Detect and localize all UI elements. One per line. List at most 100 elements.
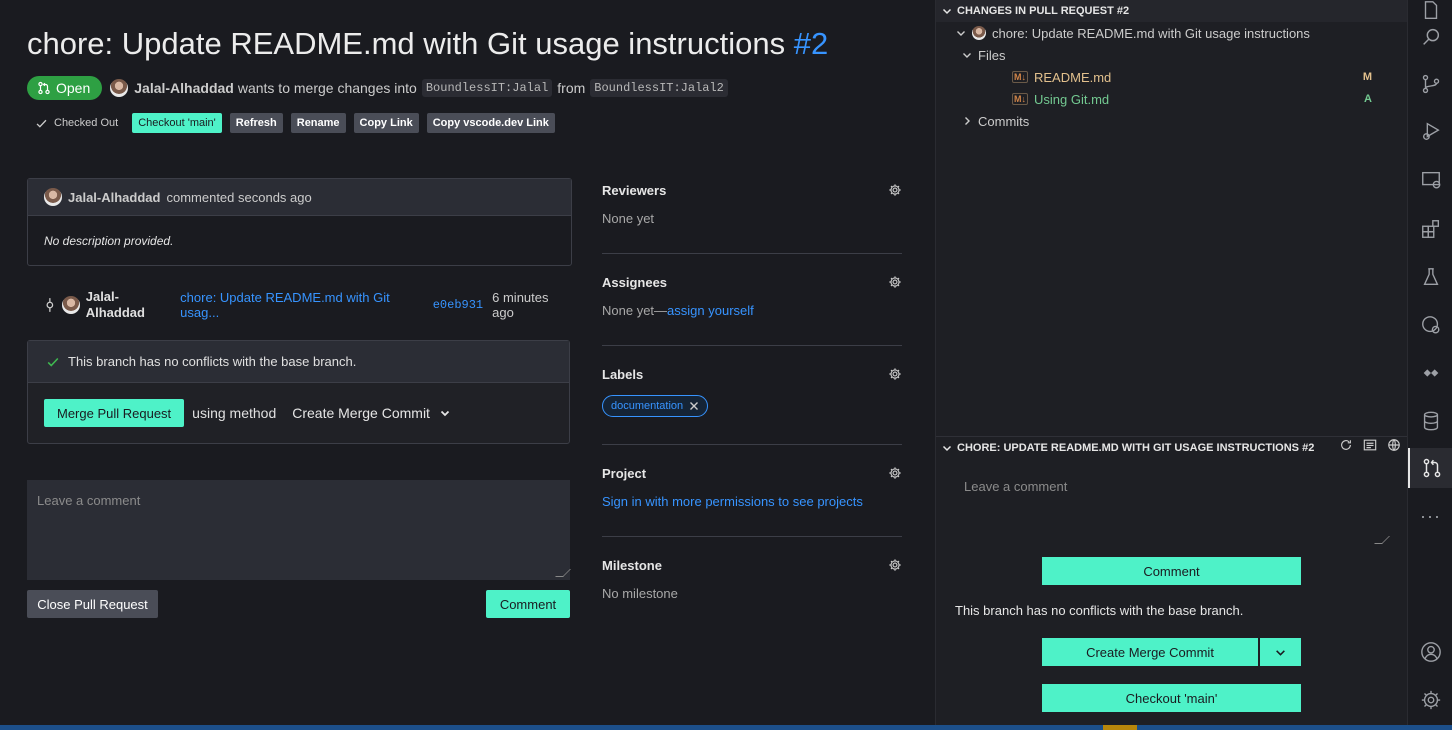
reviewers-value: None yet — [602, 211, 655, 226]
comment-button[interactable]: Comment — [486, 590, 570, 618]
labels-title: Labels — [602, 366, 644, 382]
check-icon — [47, 357, 59, 367]
pr-number-link[interactable]: #2 — [794, 26, 828, 61]
tree-file-readme[interactable]: M↓ README.md M — [1012, 66, 1392, 88]
activity-github-actions[interactable] — [1408, 305, 1452, 345]
assign-yourself-link[interactable]: assign yourself — [667, 303, 754, 318]
status-bar-warning-item[interactable] — [1103, 725, 1137, 730]
merge-pull-request-button[interactable]: Merge Pull Request — [44, 399, 185, 427]
refresh-icon[interactable] — [1339, 438, 1353, 452]
pr-panel-actions — [1339, 438, 1401, 452]
close-icon[interactable] — [689, 401, 699, 411]
activity-run-debug[interactable] — [1408, 111, 1452, 151]
rename-button[interactable]: Rename — [290, 113, 346, 133]
pr-status-row: Open Jalal-Alhaddad wants to merge chang… — [27, 76, 733, 100]
resize-handle[interactable] — [555, 569, 571, 577]
avatar — [44, 188, 62, 206]
merge-text: wants to merge changes into — [237, 80, 417, 96]
labels-section: Labels documentation — [602, 364, 902, 417]
comment-body: No description provided. — [44, 234, 174, 248]
label-chip: documentation — [602, 395, 709, 417]
commit-author-line2: Alhaddad — [85, 305, 145, 320]
side-comment-textarea[interactable]: Leave a comment — [954, 472, 1390, 546]
docker-icon — [1423, 369, 1438, 377]
activity-extensions[interactable] — [1408, 209, 1452, 249]
gear-icon[interactable] — [888, 466, 902, 480]
activity-github-pull-requests[interactable] — [1408, 448, 1452, 488]
commit-author[interactable]: Jalal- Alhaddad — [86, 289, 154, 321]
target-branch: BoundlessIT:Jalal — [421, 79, 553, 97]
globe-icon[interactable] — [1387, 438, 1401, 452]
commit-time: 6 minutes ago — [492, 290, 549, 320]
activity-accounts[interactable] — [1408, 632, 1452, 672]
copy-link-button[interactable]: Copy Link — [353, 113, 419, 133]
gear-icon[interactable] — [888, 558, 902, 572]
side-checkout-main-button[interactable]: Checkout 'main' — [1042, 684, 1301, 712]
project-sign-in-link[interactable]: Sign in with more permissions to see pro… — [602, 494, 902, 509]
github-pr-side-panel: CHANGES IN PULL REQUEST #2 chore: Update… — [935, 0, 1408, 725]
copy-vscode-link-button[interactable]: Copy vscode.dev Link — [426, 113, 555, 133]
merge-method-select[interactable]: Create Merge Commit — [284, 399, 458, 427]
checked-out-label: Checked Out — [54, 117, 119, 129]
database-icon — [1423, 411, 1438, 431]
description-icon[interactable] — [1363, 438, 1377, 452]
comment-author[interactable]: Jalal-Alhaddad — [68, 190, 160, 205]
file-name: Using Git.md — [1034, 91, 1110, 107]
comment-textarea[interactable]: Leave a comment — [27, 480, 571, 580]
gear-icon — [1421, 690, 1440, 710]
author-name[interactable]: Jalal-Alhaddad — [134, 80, 234, 96]
checkout-main-button[interactable]: Checkout 'main' — [132, 113, 222, 133]
tree-files-folder[interactable]: Files — [962, 44, 1005, 66]
milestone-value: No milestone — [602, 586, 678, 601]
gear-icon[interactable] — [888, 183, 902, 197]
activity-database[interactable] — [1408, 401, 1452, 441]
pr-action-row: Checked Out Checkout 'main' Refresh Rena… — [35, 113, 555, 133]
search-icon — [1422, 28, 1439, 45]
commit-message-link[interactable]: chore: Update README.md with Git usag... — [180, 290, 427, 320]
activity-remote-explorer[interactable] — [1408, 160, 1452, 200]
pr-panel-header[interactable]: CHORE: UPDATE README.MD WITH GIT USAGE I… — [936, 437, 1408, 459]
changes-panel-header[interactable]: CHANGES IN PULL REQUEST #2 — [936, 0, 1408, 22]
side-comment-button[interactable]: Comment — [1042, 557, 1301, 585]
merge-method-value: Create Merge Commit — [292, 405, 430, 421]
commit-icon — [46, 298, 54, 312]
activity-more[interactable]: ··· — [1408, 496, 1452, 536]
account-icon — [1420, 642, 1441, 662]
activity-manage[interactable] — [1408, 680, 1452, 720]
run-debug-icon — [1422, 122, 1440, 140]
activity-testing[interactable] — [1408, 257, 1452, 297]
source-control-icon — [1422, 74, 1439, 94]
gear-icon[interactable] — [888, 367, 902, 381]
status-badge-label: Open — [56, 80, 91, 96]
refresh-button[interactable]: Refresh — [229, 113, 283, 133]
divider — [602, 536, 902, 537]
side-create-merge-commit-button[interactable]: Create Merge Commit — [1042, 638, 1259, 666]
remote-explorer-icon — [1421, 171, 1440, 189]
assignees-section: Assignees None yet—assign yourself — [602, 272, 902, 318]
status-bar — [0, 725, 1452, 730]
tree-pr-label: chore: Update README.md with Git usage i… — [992, 25, 1310, 41]
chevron-right-icon — [965, 117, 970, 125]
activity-source-control[interactable] — [1408, 64, 1452, 104]
markdown-icon: M↓ — [1012, 93, 1028, 105]
divider — [602, 444, 902, 445]
close-pull-request-button[interactable]: Close Pull Request — [27, 590, 158, 618]
activity-docker[interactable] — [1408, 353, 1452, 393]
pr-title-text: chore: Update README.md with Git usage i… — [27, 26, 786, 61]
activity-search[interactable] — [1408, 17, 1452, 57]
tree-commits-folder[interactable]: Commits — [962, 110, 1029, 132]
tree-file-using-git[interactable]: M↓ Using Git.md A — [1012, 88, 1392, 110]
chevron-down-icon — [942, 445, 952, 452]
comment-placeholder: Leave a comment — [37, 493, 141, 508]
side-comment-placeholder: Leave a comment — [964, 479, 1068, 494]
milestone-section: Milestone No milestone — [602, 555, 902, 601]
extensions-icon — [1421, 220, 1439, 238]
tree-pr-item[interactable]: chore: Update README.md with Git usage i… — [956, 22, 1310, 44]
side-merge-options-button[interactable] — [1260, 638, 1301, 666]
resize-handle[interactable] — [1374, 536, 1390, 544]
gear-icon[interactable] — [888, 275, 902, 289]
commit-sha-link[interactable]: e0eb931 — [433, 298, 483, 312]
merge-status-text: This branch has no conflicts with the ba… — [68, 354, 357, 369]
merge-status-card: This branch has no conflicts with the ba… — [27, 340, 570, 444]
merge-status-header: This branch has no conflicts with the ba… — [28, 341, 569, 383]
